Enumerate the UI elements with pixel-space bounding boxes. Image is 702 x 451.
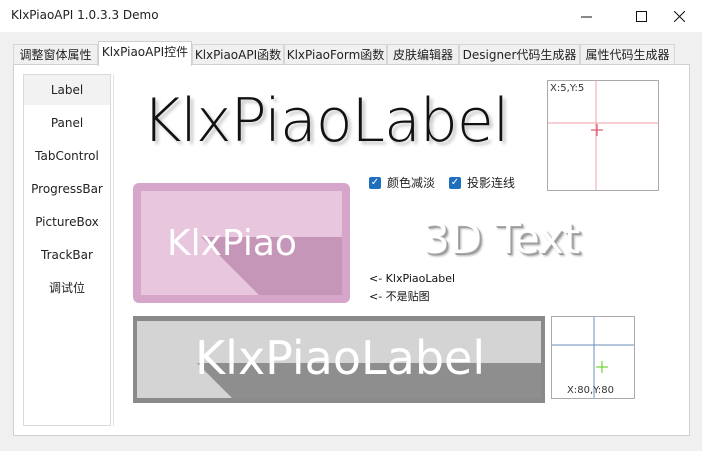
- coord-label-top: X:5,Y:5: [550, 83, 585, 94]
- note-not-image: <- 不是贴图: [369, 290, 430, 303]
- close-button[interactable]: [656, 0, 702, 32]
- app-window: KlxPiaoAPI 1.0.3.3 Demo 调整窗体属性 KlxPiaoAP…: [0, 0, 702, 451]
- coord-label-bottom: X:80,Y:80: [567, 385, 614, 396]
- sidebar: Label Panel TabControl ProgressBar Pictu…: [23, 74, 111, 426]
- window-title: KlxPiaoAPI 1.0.3.3 Demo: [11, 8, 159, 22]
- check-icon: ✓: [449, 176, 461, 189]
- checkbox-shadow-line-label: 投影连线: [467, 176, 516, 190]
- pink-label-inner: KlxPiao: [141, 191, 342, 295]
- minimize-icon: [580, 16, 592, 17]
- note-klxpiaolabel: <- KlxPiaoLabel: [369, 272, 456, 285]
- gray-label-inner: KlxPiaoLabel: [137, 321, 541, 398]
- nav-item-label[interactable]: Label: [24, 75, 110, 105]
- maximize-icon: [635, 10, 647, 22]
- check-icon: ✓: [369, 176, 381, 189]
- nav-item-debug[interactable]: 调试位: [24, 273, 110, 303]
- nav-item-panel[interactable]: Panel: [24, 108, 110, 138]
- gray-label-demo: KlxPiaoLabel: [133, 316, 545, 403]
- minimize-button[interactable]: [563, 0, 609, 32]
- checkbox-color-fade-label: 颜色减淡: [387, 176, 436, 190]
- tab-form-functions[interactable]: KlxPiaoForm函数: [284, 44, 387, 65]
- crosshair-box-bottom[interactable]: X:80,Y:80: [551, 316, 635, 399]
- checkbox-shadow-line[interactable]: ✓ 投影连线: [449, 174, 515, 191]
- tab-controls[interactable]: KlxPiaoAPI控件: [98, 41, 192, 66]
- nav-item-tabcontrol[interactable]: TabControl: [24, 141, 110, 171]
- gray-label-text: KlxPiaoLabel: [195, 331, 486, 385]
- tab-designer-codegen[interactable]: Designer代码生成器: [459, 44, 580, 65]
- big-label-demo: KlxPiaoLabel: [142, 86, 509, 156]
- tab-skin-editor[interactable]: 皮肤编辑器: [387, 44, 459, 65]
- tab-form-properties[interactable]: 调整窗体属性: [13, 44, 98, 65]
- checkbox-color-fade[interactable]: ✓ 颜色减淡: [369, 174, 435, 191]
- divider: [113, 74, 114, 426]
- pink-label-demo: KlxPiao: [133, 183, 350, 303]
- close-icon: [673, 10, 685, 22]
- pink-label-text: KlxPiao: [167, 223, 297, 264]
- nav-item-trackbar[interactable]: TrackBar: [24, 240, 110, 270]
- tab-api-functions[interactable]: KlxPiaoAPI函数: [192, 44, 284, 65]
- crosshair-box-top[interactable]: X:5,Y:5: [547, 80, 659, 191]
- nav-item-progressbar[interactable]: ProgressBar: [24, 174, 110, 204]
- 3d-text-demo: 3D Text: [423, 214, 581, 263]
- nav-item-picturebox[interactable]: PictureBox: [24, 207, 110, 237]
- crosshair-red-icon: [548, 81, 658, 190]
- tab-property-codegen[interactable]: 属性代码生成器: [580, 44, 675, 65]
- title-bar: KlxPiaoAPI 1.0.3.3 Demo: [0, 0, 702, 32]
